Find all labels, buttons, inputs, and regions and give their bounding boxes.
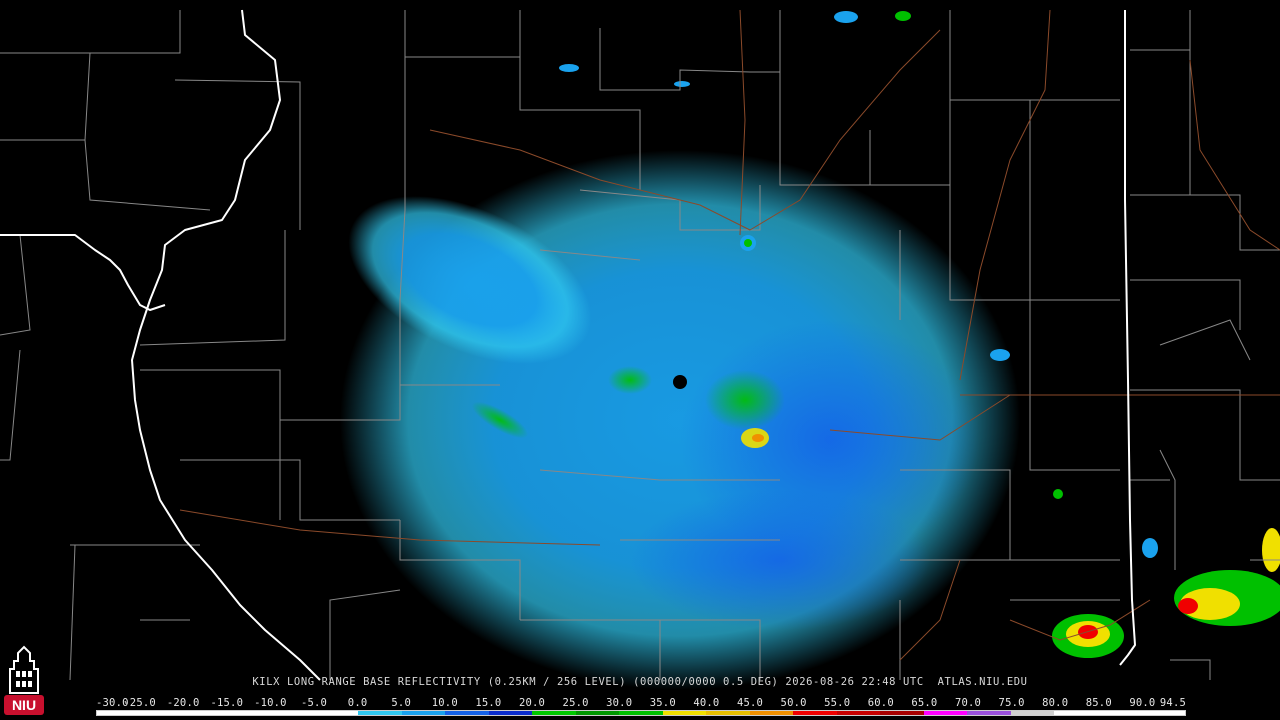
colorbar-segment [401, 711, 446, 715]
storm-se-2-red [1178, 598, 1198, 614]
colorbar-tick: 45.0 [736, 697, 764, 709]
colorbar-segment [1054, 711, 1098, 715]
colorbar-segment [184, 711, 228, 715]
colorbar-segment [880, 711, 924, 715]
colorbar-tick: -5.0 [300, 697, 328, 709]
colorbar-tick: 15.0 [475, 697, 502, 709]
colorbar-segment [227, 711, 272, 715]
colorbar-tick: 20.0 [518, 697, 546, 709]
colorbar-segment [1141, 711, 1185, 715]
colorbar-segment [314, 711, 359, 715]
colorbar-tick: 90.0 [1129, 697, 1156, 709]
colorbar-segment [1097, 711, 1142, 715]
colorbar-segment [532, 711, 576, 715]
indiana-border [1119, 10, 1136, 666]
radar-site [673, 375, 687, 389]
storm-se-3 [1262, 528, 1280, 572]
echo-north-small-2 [895, 11, 911, 21]
colorbar-segment [271, 711, 315, 715]
colorbar-segment [836, 711, 881, 715]
colorbar-tick: 55.0 [824, 697, 851, 709]
colorbar-tick: 35.0 [649, 697, 676, 709]
colorbar-segment [923, 711, 968, 715]
colorbar-tick: 50.0 [780, 697, 807, 709]
echo-north-small-4 [674, 81, 690, 87]
colorbar-tick: -10.0 [254, 697, 287, 709]
colorbar-segment [488, 711, 533, 715]
echo-west-green [608, 366, 652, 394]
colorbar-segment [749, 711, 794, 715]
echo-east-small-2 [1053, 489, 1063, 499]
colorbar-segment [706, 711, 750, 715]
colorbar-tick: 10.0 [431, 697, 458, 709]
colorbar-tick: -20.0 [166, 697, 200, 709]
product-title: KILX LONG RANGE BASE REFLECTIVITY (0.25K… [252, 676, 1028, 688]
colorbar-tick: 40.0 [693, 697, 720, 709]
colorbar-tick: 0.0 [347, 697, 368, 709]
colorbar [96, 710, 1186, 716]
echo-north-small-3 [559, 64, 579, 72]
colorbar-segment [1010, 711, 1055, 715]
colorbar-tick: 30.0 [606, 697, 633, 709]
mississippi-river-border [131, 9, 321, 681]
colorbar-tick: -15.0 [210, 697, 244, 709]
colorbar-tick: 25.0 [562, 697, 589, 709]
colorbar-tick: 75.0 [998, 697, 1025, 709]
colorbar-segment [358, 711, 402, 715]
colorbar-segment [445, 711, 489, 715]
echo-north-small-1 [834, 11, 858, 23]
western-state-line [0, 234, 166, 311]
colorbar-tick: 60.0 [867, 697, 894, 709]
colorbar-tick: 85.0 [1085, 697, 1112, 709]
colorbar-segment [619, 711, 663, 715]
colorbar-tick: 94.5 [1159, 697, 1186, 709]
colorbar-segment [967, 711, 1011, 715]
echo-east-small-1 [990, 349, 1010, 361]
storm-se-small [1142, 538, 1158, 558]
colorbar-segment [793, 711, 837, 715]
niu-logo: NIU [2, 645, 46, 717]
logo-text: NIU [12, 697, 36, 713]
colorbar-tick: 80.0 [1042, 697, 1069, 709]
colorbar-segment [97, 711, 141, 715]
colorbar-tick: 65.0 [911, 697, 938, 709]
reflectivity-echoes [340, 11, 1280, 690]
radar-map [0, 9, 1280, 690]
echo-center-green [705, 370, 785, 430]
echo-core-orange [752, 434, 764, 442]
colorbar-tick: 5.0 [391, 697, 411, 709]
colorbar-segment [575, 711, 620, 715]
colorbar-segment [140, 711, 185, 715]
echo-north-cell-core [744, 239, 752, 247]
colorbar-segment [662, 711, 707, 715]
colorbar-tick: 70.0 [954, 697, 982, 709]
colorbar-tick: -25.0 [123, 697, 156, 709]
echo-south-blue [630, 490, 930, 630]
colorbar-tick-labels: -30.0 -25.0 -20.0 -15.0 -10.0 -5.0 0.0 5.0 10.0 1… [96, 697, 1186, 709]
